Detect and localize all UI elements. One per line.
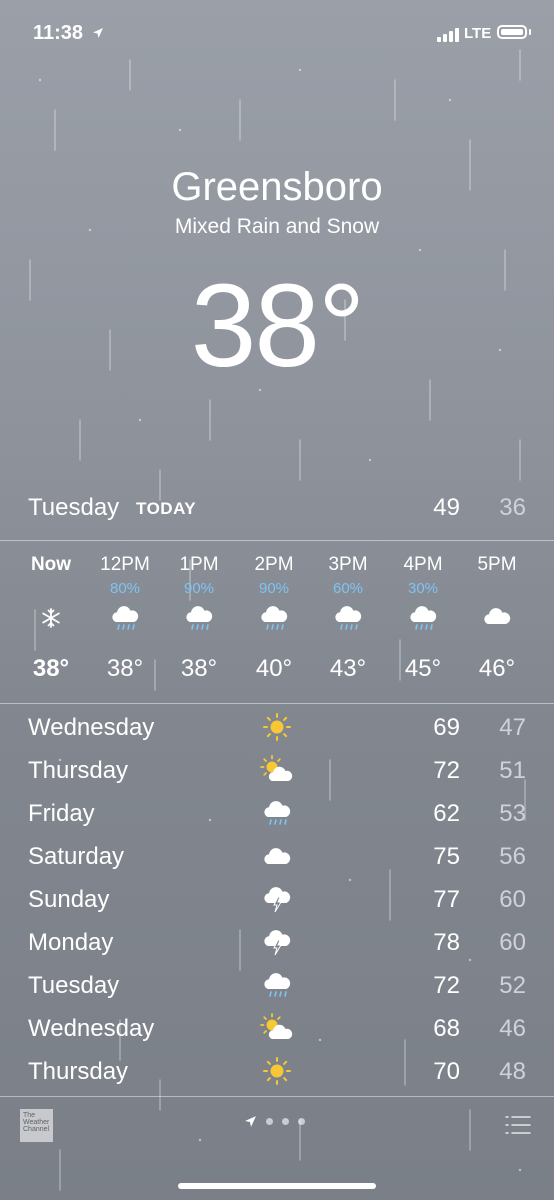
sun-icon — [263, 1057, 291, 1085]
daily-row: Thursday 72 51 — [0, 749, 554, 792]
day-high-temp: 72 — [433, 972, 460, 999]
hour-time: 1PM — [179, 554, 219, 575]
daily-row: Sunday 77 60 — [0, 878, 554, 921]
today-low-temp: 36 — [499, 494, 526, 521]
daily-row: Wednesday 68 46 — [0, 1007, 554, 1050]
today-label: TODAY — [136, 499, 197, 518]
precip-chance: 30% — [407, 580, 439, 597]
page-dot — [298, 1118, 305, 1125]
day-low-temp: 46 — [499, 1015, 526, 1042]
day-low-temp: 48 — [499, 1058, 526, 1085]
cloud-icon — [484, 608, 511, 624]
day-high-temp: 78 — [433, 929, 460, 956]
daily-row: Friday 62 53 — [0, 792, 554, 835]
day-low-temp: 51 — [499, 757, 526, 784]
day-high-temp: 70 — [433, 1058, 460, 1085]
day-name: Saturday — [28, 843, 125, 870]
rain-cloud-icon — [264, 973, 291, 997]
hour-temp: 38° — [180, 655, 218, 682]
day-name: Friday — [28, 800, 95, 827]
divider — [0, 703, 554, 704]
daily-row: Wednesday 69 47 — [0, 706, 554, 749]
today-high-temp: 49 — [433, 494, 460, 521]
day-name: Wednesday — [28, 1015, 155, 1042]
day-high-temp: 69 — [433, 714, 460, 741]
current-temperature: 38° — [190, 260, 365, 392]
sun-icon — [263, 713, 291, 741]
weather-channel-logo[interactable]: The Weather Channel — [20, 1109, 53, 1142]
day-high-temp: 62 — [433, 800, 460, 827]
battery-tip — [529, 29, 531, 35]
daily-row: Thursday 70 48 — [0, 1050, 554, 1093]
hour-time: 5PM — [477, 554, 517, 575]
hour-temp: 46° — [478, 655, 516, 682]
rain-cloud-icon — [261, 606, 288, 630]
day-name: Tuesday — [28, 972, 120, 999]
network-type: LTE — [464, 25, 492, 42]
day-low-temp: 56 — [499, 843, 526, 870]
day-low-temp: 60 — [499, 886, 526, 913]
hour-time: 4PM — [403, 554, 443, 575]
thunderstorm-icon — [264, 887, 291, 913]
current-condition: Mixed Rain and Snow — [174, 215, 380, 238]
rain-cloud-icon — [186, 606, 213, 630]
location-arrow-icon — [93, 28, 103, 38]
rain-cloud-icon — [335, 606, 362, 630]
hour-time: Now — [30, 554, 72, 575]
day-name: Sunday — [28, 886, 110, 913]
partly-cloudy-icon — [260, 755, 293, 781]
precip-chance: 80% — [109, 580, 141, 597]
day-low-temp: 53 — [499, 800, 526, 827]
day-name: Monday — [28, 929, 114, 956]
hour-temp: 45° — [404, 655, 442, 682]
day-low-temp: 60 — [499, 929, 526, 956]
page-indicator[interactable] — [244, 1115, 305, 1128]
city-name: Greensboro — [171, 165, 383, 209]
current-location-icon — [245, 1116, 256, 1127]
home-indicator[interactable] — [178, 1183, 376, 1189]
city-list-icon[interactable] — [504, 1114, 532, 1136]
day-high-temp: 77 — [433, 886, 460, 913]
day-name: Thursday — [28, 757, 129, 784]
page-dot — [282, 1118, 289, 1125]
precip-chance: 60% — [332, 580, 364, 597]
hour-temp: 40° — [255, 655, 293, 682]
page-dot — [266, 1118, 273, 1125]
today-day-name: Tuesday — [28, 494, 120, 521]
day-high-temp: 75 — [433, 843, 460, 870]
cellular-signal-icon — [437, 28, 459, 42]
day-high-temp: 72 — [433, 757, 460, 784]
rain-cloud-icon — [264, 801, 291, 825]
daily-row: Tuesday 72 52 — [0, 964, 554, 1007]
daily-row: Saturday 75 56 — [0, 835, 554, 878]
day-low-temp: 47 — [499, 714, 526, 741]
snowflake-icon — [42, 608, 60, 628]
hour-temp: 38° — [106, 655, 144, 682]
rain-cloud-icon — [410, 606, 437, 630]
daily-row: Monday 78 60 — [0, 921, 554, 964]
hour-time: 2PM — [254, 554, 294, 575]
day-name: Wednesday — [28, 714, 155, 741]
hour-time: 12PM — [100, 554, 150, 575]
day-name: Thursday — [28, 1058, 129, 1085]
hour-temp: 43° — [329, 655, 367, 682]
battery-icon — [497, 25, 527, 39]
today-summary-row: Tuesday TODAY 49 36 — [0, 490, 554, 530]
thunderstorm-icon — [264, 930, 291, 956]
status-time: 11:38 — [33, 22, 84, 44]
hour-time: 3PM — [328, 554, 368, 575]
precip-chance: 90% — [258, 580, 290, 597]
partly-cloudy-icon — [260, 1013, 293, 1039]
divider — [0, 1096, 554, 1097]
hour-temp: 38° — [32, 655, 70, 682]
rain-cloud-icon — [112, 606, 139, 630]
day-high-temp: 68 — [433, 1015, 460, 1042]
day-low-temp: 52 — [499, 972, 526, 999]
cloud-icon — [264, 848, 291, 864]
hourly-forecast-scroller[interactable]: Now 38° 12PM 80% 38° 1PM 90% 38° 2PM 90% — [0, 540, 554, 702]
precip-chance: 90% — [183, 580, 215, 597]
